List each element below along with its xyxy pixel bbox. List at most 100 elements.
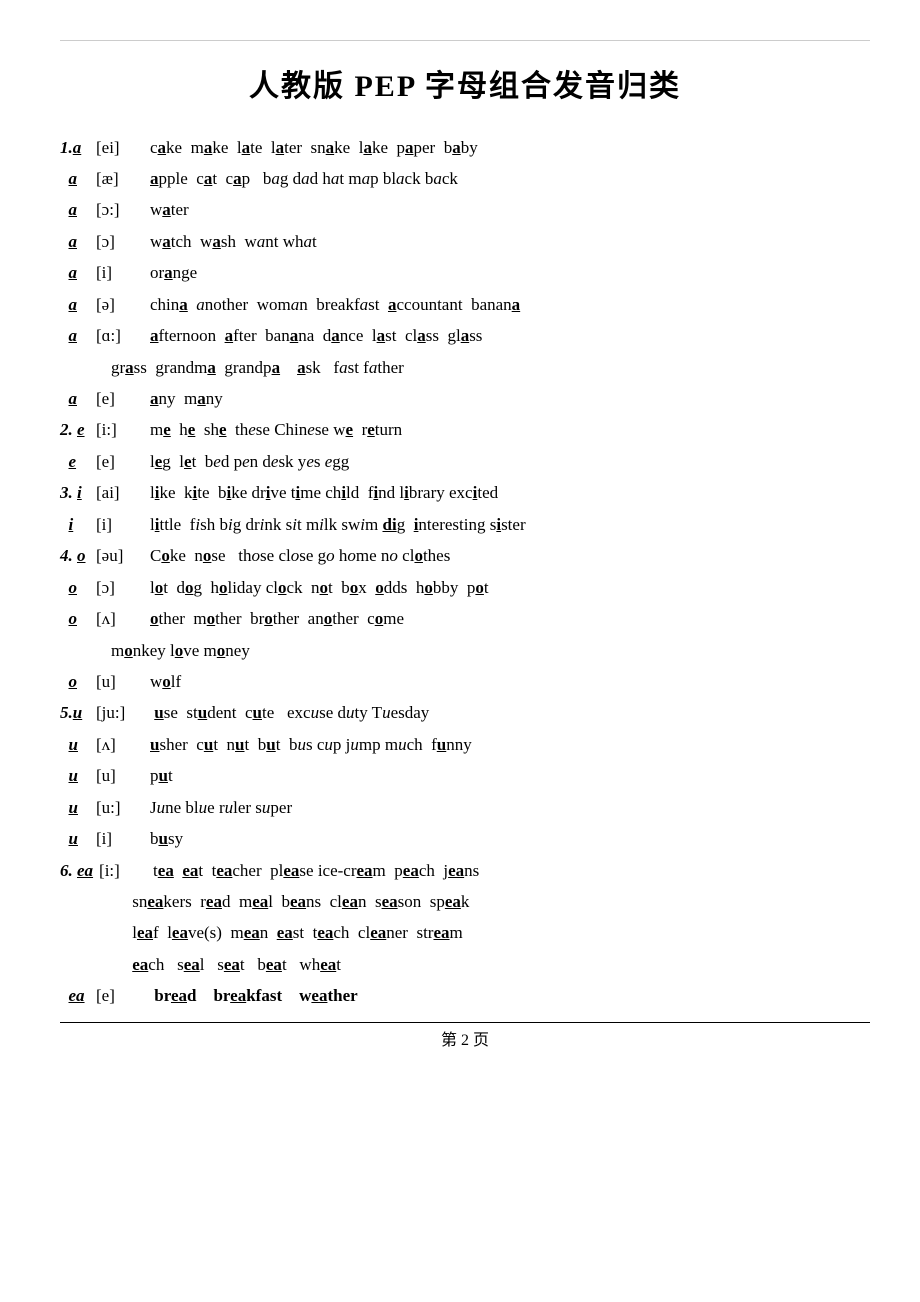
words-5u-uu: June blue ruler super [150, 792, 870, 823]
top-border [60, 40, 870, 41]
words-4o-u: wolf [150, 666, 870, 697]
words-1a-ah-2: grass grandma grandpa ask fast father [94, 352, 870, 383]
ipa-ii: [i:] [96, 414, 144, 445]
words-2e-e: leg let bed pen desk yes egg [150, 446, 870, 477]
row-1a-schwa: a [ə] china another woman breakfast acco… [60, 289, 870, 320]
row-4o-u: o [u] wolf [60, 666, 870, 697]
words-1a-o-long: water [150, 194, 870, 225]
row-5u-lambda: u [ʌ] usher cut nut but bus cup jump muc… [60, 729, 870, 760]
ipa-ae: [æ] [96, 163, 144, 194]
row-6ea-ii-2: sneakers read meal beans clean season sp… [60, 886, 870, 917]
row-5u-u: u [u] put [60, 760, 870, 791]
words-1a-ae: apple cat cap bag dad hat map black back [150, 163, 870, 194]
num-6: 6. ea [60, 855, 93, 886]
ipa-u: [u] [96, 666, 144, 697]
row-1a-ae: a [æ] apple cat cap bag dad hat map blac… [60, 163, 870, 194]
num-2: 2. e [60, 414, 90, 445]
num-4: 4. o [60, 540, 90, 571]
num-1: 1.a [60, 132, 90, 163]
ipa-schwa: [ə] [96, 289, 144, 320]
num-4o3b [60, 635, 94, 666]
ipa-ou: [əu] [96, 540, 144, 571]
words-1a-ah: afternoon after banana dance last class … [150, 320, 870, 351]
words-5u-u: put [150, 760, 870, 791]
ipa-i2: [i] [96, 509, 144, 540]
num-1a5: a [60, 257, 90, 288]
num-1a6: a [60, 289, 90, 320]
row-1a-o-long: a [ɔ:] water [60, 194, 870, 225]
ipa-lambda: [ʌ] [96, 603, 144, 634]
row-4o-lambda: o [ʌ] other mother brother another come [60, 603, 870, 634]
words-1a-e: any many [150, 383, 870, 414]
row-1a-i: a [i] orange [60, 257, 870, 288]
words-1a-ei: cake make late later snake lake paper ba… [150, 132, 870, 163]
words-5u-i: busy [150, 823, 870, 854]
row-1a-ei: 1.a [ei] cake make late later snake lake… [60, 132, 870, 163]
num-5u2: u [60, 729, 90, 760]
page-title: 人教版 PEP 字母组合发音归类 [60, 61, 870, 114]
num-5u5: u [60, 823, 90, 854]
num-2e2: e [60, 446, 90, 477]
words-5u-juu: use student cute excuse duty Tuesday [150, 697, 870, 728]
page-footer: 第 2 页 [60, 1022, 870, 1055]
ipa-i: [i] [96, 257, 144, 288]
ipa-ii2: [i:] [99, 855, 147, 886]
words-1a-i: orange [150, 257, 870, 288]
row-1a-ah: a [ɑ:] afternoon after banana dance last… [60, 320, 870, 351]
num-6ea-3 [60, 917, 107, 948]
row-6ea-ii-3: leaf leave(s) mean east teach cleaner st… [60, 917, 870, 948]
words-4o-lambda-2: monkey love money [94, 635, 870, 666]
num-4o2: o [60, 572, 90, 603]
num-3: 3. i [60, 477, 90, 508]
num-1a2: a [60, 163, 90, 194]
row-6ea-ii-4: each seal seat beat wheat [60, 949, 870, 980]
ipa-ei: [ei] [96, 132, 144, 163]
num-6ea-4 [60, 949, 107, 980]
row-4o-lambda-2: monkey love money [60, 635, 870, 666]
num-4o3: o [60, 603, 90, 634]
words-4o-o: lot dog holiday clock not box odds hobby… [150, 572, 870, 603]
ipa-e: [e] [96, 383, 144, 414]
num-4o4: o [60, 666, 90, 697]
words-6ea-ii-4: each seal seat beat wheat [107, 949, 870, 980]
row-4o-ou: 4. o [əu] Coke nose those close go home … [60, 540, 870, 571]
words-5u-lambda: usher cut nut but bus cup jump much funn… [150, 729, 870, 760]
words-6ea-ii: tea eat teacher please ice-cream peach j… [153, 855, 870, 886]
ipa-u2: [u] [96, 760, 144, 791]
row-6ea-ii: 6. ea [i:] tea eat teacher please ice-cr… [60, 855, 870, 886]
content-area: 1.a [ei] cake make late later snake lake… [60, 132, 870, 1012]
words-1a-schwa: china another woman breakfast accountant… [150, 289, 870, 320]
num-5: 5.u [60, 697, 90, 728]
num-1a7: a [60, 320, 90, 351]
num-1a4: a [60, 226, 90, 257]
ipa-uu: [u:] [96, 792, 144, 823]
num-6ea5: ea [60, 980, 90, 1011]
ipa-e2: [e] [96, 446, 144, 477]
num-1a7b [60, 352, 94, 383]
num-5u4: u [60, 792, 90, 823]
words-6ea-ii-3: leaf leave(s) mean east teach cleaner st… [107, 917, 870, 948]
ipa-ah: [ɑ:] [96, 320, 144, 351]
words-6ea-ii-2: sneakers read meal beans clean season sp… [107, 886, 870, 917]
words-4o-lambda: other mother brother another come [150, 603, 870, 634]
row-6ea-e: ea [e] bread breakfast weather [60, 980, 870, 1011]
row-1a-e: a [e] any many [60, 383, 870, 414]
row-5u-juu: 5.u [ju:] use student cute excuse duty T… [60, 697, 870, 728]
row-4o-o: o [ɔ] lot dog holiday clock not box odds… [60, 572, 870, 603]
num-6ea-2 [60, 886, 107, 917]
words-3i-ai: like kite bike drive time child find lib… [150, 477, 870, 508]
row-5u-uu: u [u:] June blue ruler super [60, 792, 870, 823]
ipa-juu: [ju:] [96, 697, 144, 728]
ipa-o: [ɔ] [96, 226, 144, 257]
row-2e-e: e [e] leg let bed pen desk yes egg [60, 446, 870, 477]
ipa-o2: [ɔ] [96, 572, 144, 603]
num-1a8: a [60, 383, 90, 414]
ipa-ai: [ai] [96, 477, 144, 508]
ipa-o-long: [ɔ:] [96, 194, 144, 225]
row-1a-o: a [ɔ] watch wash want what [60, 226, 870, 257]
ipa-i3: [i] [96, 823, 144, 854]
num-3i2: i [60, 509, 90, 540]
ipa-e3: [e] [96, 980, 144, 1011]
words-6ea-e: bread breakfast weather [150, 980, 870, 1011]
row-1a-ah-2: grass grandma grandpa ask fast father [60, 352, 870, 383]
